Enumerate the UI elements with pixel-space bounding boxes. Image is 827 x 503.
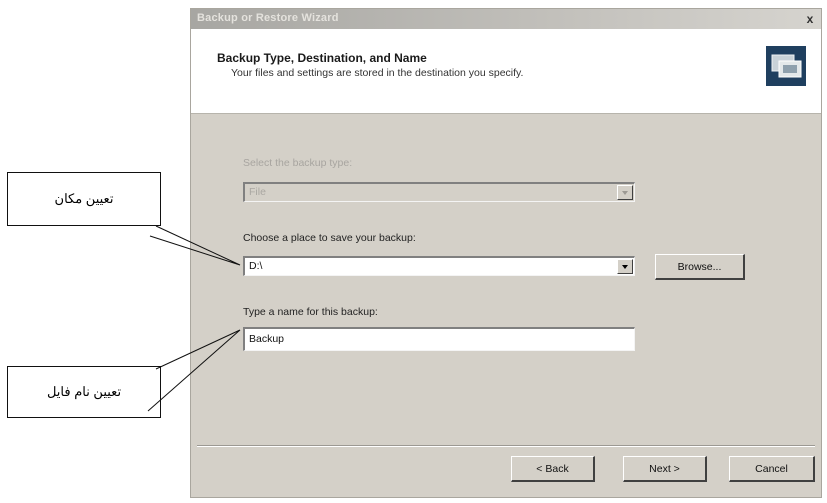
back-button[interactable]: < Back: [511, 456, 595, 482]
chevron-down-icon: [617, 185, 633, 200]
next-button[interactable]: Next >: [623, 456, 707, 482]
backup-name-value: Backup: [249, 333, 285, 345]
browse-button[interactable]: Browse...: [655, 254, 745, 280]
footer-separator: [197, 445, 815, 447]
destination-value: D:\: [249, 260, 263, 272]
header-title: Backup Type, Destination, and Name: [217, 51, 427, 65]
close-icon[interactable]: x: [803, 12, 817, 26]
backup-type-value: File: [249, 186, 266, 198]
header-subtitle: Your files and settings are stored in th…: [231, 67, 524, 79]
location-callout: تعیین مکان: [7, 172, 161, 226]
cancel-button[interactable]: Cancel: [729, 456, 815, 482]
chevron-down-icon[interactable]: [617, 259, 633, 274]
window-title: Backup or Restore Wizard: [197, 12, 339, 24]
backup-type-select: File: [243, 182, 635, 202]
destination-select[interactable]: D:\: [243, 256, 635, 276]
wizard-header: Backup Type, Destination, and Name Your …: [191, 29, 821, 114]
filename-callout: تعیین نام فایل: [7, 366, 161, 418]
backup-name-label: Type a name for this backup:: [243, 306, 378, 318]
backup-name-input[interactable]: Backup: [243, 327, 635, 351]
destination-label: Choose a place to save your backup:: [243, 232, 416, 244]
title-bar[interactable]: Backup or Restore Wizard x: [191, 9, 821, 29]
backup-type-label: Select the backup type:: [243, 157, 353, 169]
backup-wizard-icon: [766, 46, 806, 86]
wizard-dialog: Backup or Restore Wizard x Backup Type, …: [190, 8, 822, 498]
